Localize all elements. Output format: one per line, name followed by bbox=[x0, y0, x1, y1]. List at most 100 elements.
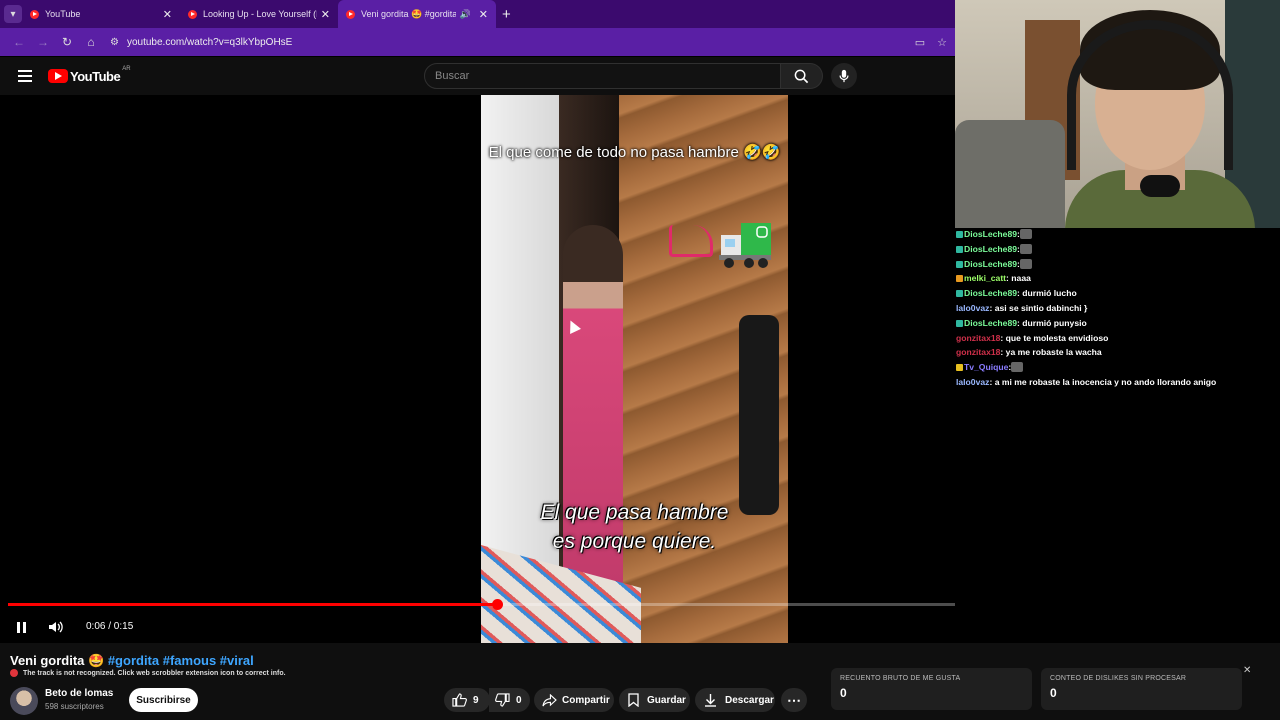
search-icon bbox=[794, 69, 809, 83]
youtube-play-logo-icon bbox=[48, 69, 68, 83]
thumbs-down-icon bbox=[495, 693, 510, 707]
close-tab-icon[interactable]: ✕ bbox=[163, 8, 172, 21]
download-button[interactable]: Descargar bbox=[695, 688, 775, 712]
video-caption-bottom: El que pasa hambre es porque quiere. bbox=[481, 498, 788, 556]
tab-youtube[interactable]: YouTube ✕ bbox=[22, 0, 180, 28]
pause-icon bbox=[16, 621, 26, 633]
youtube-header: YouTube AR Buscar bbox=[0, 57, 955, 95]
share-button[interactable]: Compartir bbox=[534, 688, 614, 712]
share-label: Compartir bbox=[562, 694, 610, 706]
chat-username[interactable]: lalo0vaz bbox=[956, 303, 989, 313]
search-input[interactable]: Buscar bbox=[424, 63, 781, 89]
new-tab-icon[interactable]: + bbox=[502, 6, 511, 23]
chat-username[interactable]: gonzitax18 bbox=[956, 333, 1000, 343]
youtube-favicon-icon bbox=[346, 9, 355, 19]
video-title: Veni gordita 🤩 #gordita #famous #viral bbox=[10, 653, 254, 669]
reload-icon[interactable]: ↻ bbox=[56, 35, 78, 49]
chat-message: DiosLeche89: bbox=[956, 243, 1032, 255]
hamburger-menu-icon[interactable] bbox=[18, 70, 32, 82]
chat-text: : ya me robaste la wacha bbox=[1000, 347, 1102, 358]
chat-emote-icon bbox=[1019, 258, 1032, 269]
more-actions-button[interactable]: ⋯ bbox=[781, 688, 807, 712]
chat-emote-icon bbox=[1019, 243, 1032, 254]
truck-emoji-icon bbox=[719, 223, 771, 268]
speaker-icon[interactable]: 🔊 bbox=[460, 9, 471, 20]
forward-icon[interactable]: → bbox=[32, 35, 54, 49]
bookmark-star-icon[interactable]: ☆ bbox=[935, 36, 949, 49]
voice-search-button[interactable] bbox=[831, 63, 857, 89]
search-bar: Buscar bbox=[424, 63, 857, 89]
video-hashtags[interactable]: #gordita #famous #viral bbox=[108, 653, 254, 668]
youtube-logo[interactable]: YouTube AR bbox=[48, 65, 131, 84]
raw-likes-label: RECUENTO BRUTO DE ME GUSTA bbox=[840, 675, 961, 682]
close-tab-icon[interactable]: ✕ bbox=[321, 8, 330, 21]
chat-username[interactable]: DiosLeche89 bbox=[964, 259, 1017, 269]
headset-icon bbox=[1067, 20, 1233, 170]
tab-veni-gordita[interactable]: Veni gordita 🤩 #gordita # 🔊 ✕ bbox=[338, 0, 496, 28]
country-code: AR bbox=[122, 65, 131, 72]
pause-button[interactable] bbox=[12, 612, 30, 642]
stream-chat: DiosLeche89: DiosLeche89: DiosLeche89: melk… bbox=[955, 228, 1280, 643]
chat-message: melki_catt: naaa bbox=[956, 272, 1031, 284]
chat-text: : durmió lucho bbox=[1017, 288, 1077, 299]
subscribe-button[interactable]: Suscribirse bbox=[129, 688, 198, 712]
cast-icon[interactable]: ▭ bbox=[913, 36, 927, 49]
raw-likes-card: RECUENTO BRUTO DE ME GUSTA 0 bbox=[831, 668, 1032, 710]
chat-badge-icon bbox=[956, 275, 963, 283]
like-button[interactable]: 9 bbox=[444, 688, 490, 712]
close-tab-icon[interactable]: ✕ bbox=[479, 8, 488, 21]
microphone-icon bbox=[839, 69, 849, 83]
search-button[interactable] bbox=[781, 63, 823, 89]
scrobbler-icon[interactable] bbox=[10, 669, 18, 677]
channel-name[interactable]: Beto de lomas bbox=[45, 688, 113, 699]
chat-badge-icon bbox=[956, 364, 963, 372]
screen: ▾ YouTube ✕ Looking Up - Love Yourself (… bbox=[0, 0, 1280, 720]
chat-message: DiosLeche89: durmió punysio bbox=[956, 317, 1087, 329]
raw-dislikes-label: CONTEO DE DISLIKES SIN PROCESAR bbox=[1050, 675, 1187, 682]
volume-icon bbox=[49, 621, 63, 633]
chat-message: gonzitax18: que te molesta envidioso bbox=[956, 332, 1108, 344]
dislike-button[interactable]: 0 bbox=[489, 688, 530, 712]
chat-badge-icon bbox=[956, 245, 963, 253]
caption-line-2: es porque quiere. bbox=[552, 530, 717, 553]
volume-button[interactable] bbox=[47, 612, 65, 642]
save-button[interactable]: Guardar bbox=[619, 688, 690, 712]
progress-scrubber[interactable] bbox=[492, 599, 504, 610]
chat-message: lalo0vaz: asi se sintio dabinchi } bbox=[956, 302, 1087, 314]
chat-username[interactable]: DiosLeche89 bbox=[964, 229, 1017, 239]
save-label: Guardar bbox=[647, 694, 686, 706]
home-icon[interactable]: ⌂ bbox=[80, 35, 102, 49]
chat-username[interactable]: Tv_Quique bbox=[964, 362, 1008, 372]
back-icon[interactable]: ← bbox=[8, 35, 30, 49]
subscriber-count: 598 suscriptores bbox=[45, 702, 104, 711]
video-details: Veni gordita 🤩 #gordita #famous #viral T… bbox=[0, 643, 1280, 720]
chat-message: gonzitax18: ya me robaste la wacha bbox=[956, 346, 1102, 358]
chat-text: : que te molesta envidioso bbox=[1000, 332, 1109, 343]
site-info-icon[interactable]: ⚙ bbox=[110, 37, 119, 48]
channel-avatar[interactable] bbox=[10, 687, 38, 715]
youtube-wordmark: YouTube bbox=[70, 68, 121, 84]
video-frame[interactable]: El que come de todo no pasa hambre 🤣🤣 El… bbox=[481, 95, 788, 643]
chat-username[interactable]: lalo0vaz bbox=[956, 377, 989, 387]
chat-message: DiosLeche89: bbox=[956, 258, 1032, 270]
bookmark-icon bbox=[628, 693, 639, 707]
chat-username[interactable]: melki_catt bbox=[964, 273, 1006, 283]
time-display: 0:06 / 0:15 bbox=[86, 621, 134, 632]
webcam-overlay bbox=[955, 0, 1280, 228]
chat-username[interactable]: DiosLeche89 bbox=[964, 244, 1017, 254]
chat-text: : durmió punysio bbox=[1017, 317, 1087, 328]
address-bar-tools: ▭ ☆ bbox=[905, 36, 949, 49]
tab-looking-up[interactable]: Looking Up - Love Yourself (Re ✕ bbox=[180, 0, 338, 28]
chat-username[interactable]: gonzitax18 bbox=[956, 347, 1000, 357]
raw-dislikes-card: CONTEO DE DISLIKES SIN PROCESAR 0 bbox=[1041, 668, 1242, 710]
close-stats-icon[interactable]: ✕ bbox=[1243, 665, 1251, 676]
raw-likes-value: 0 bbox=[840, 686, 847, 700]
chat-text: : a mi me robaste la inocencia y no ando… bbox=[989, 377, 1217, 387]
tab-title: Looking Up - Love Yourself (Re bbox=[203, 9, 317, 19]
chat-username[interactable]: DiosLeche89 bbox=[964, 288, 1017, 298]
url-field[interactable]: ⚙ youtube.com/watch?v=q3lkYbpOHsE bbox=[110, 37, 905, 48]
video-player[interactable]: El que come de todo no pasa hambre 🤣🤣 El… bbox=[0, 95, 1262, 643]
chat-badge-icon bbox=[956, 290, 963, 298]
tab-list-dropdown-icon[interactable]: ▾ bbox=[4, 5, 22, 23]
chat-username[interactable]: DiosLeche89 bbox=[964, 318, 1017, 328]
